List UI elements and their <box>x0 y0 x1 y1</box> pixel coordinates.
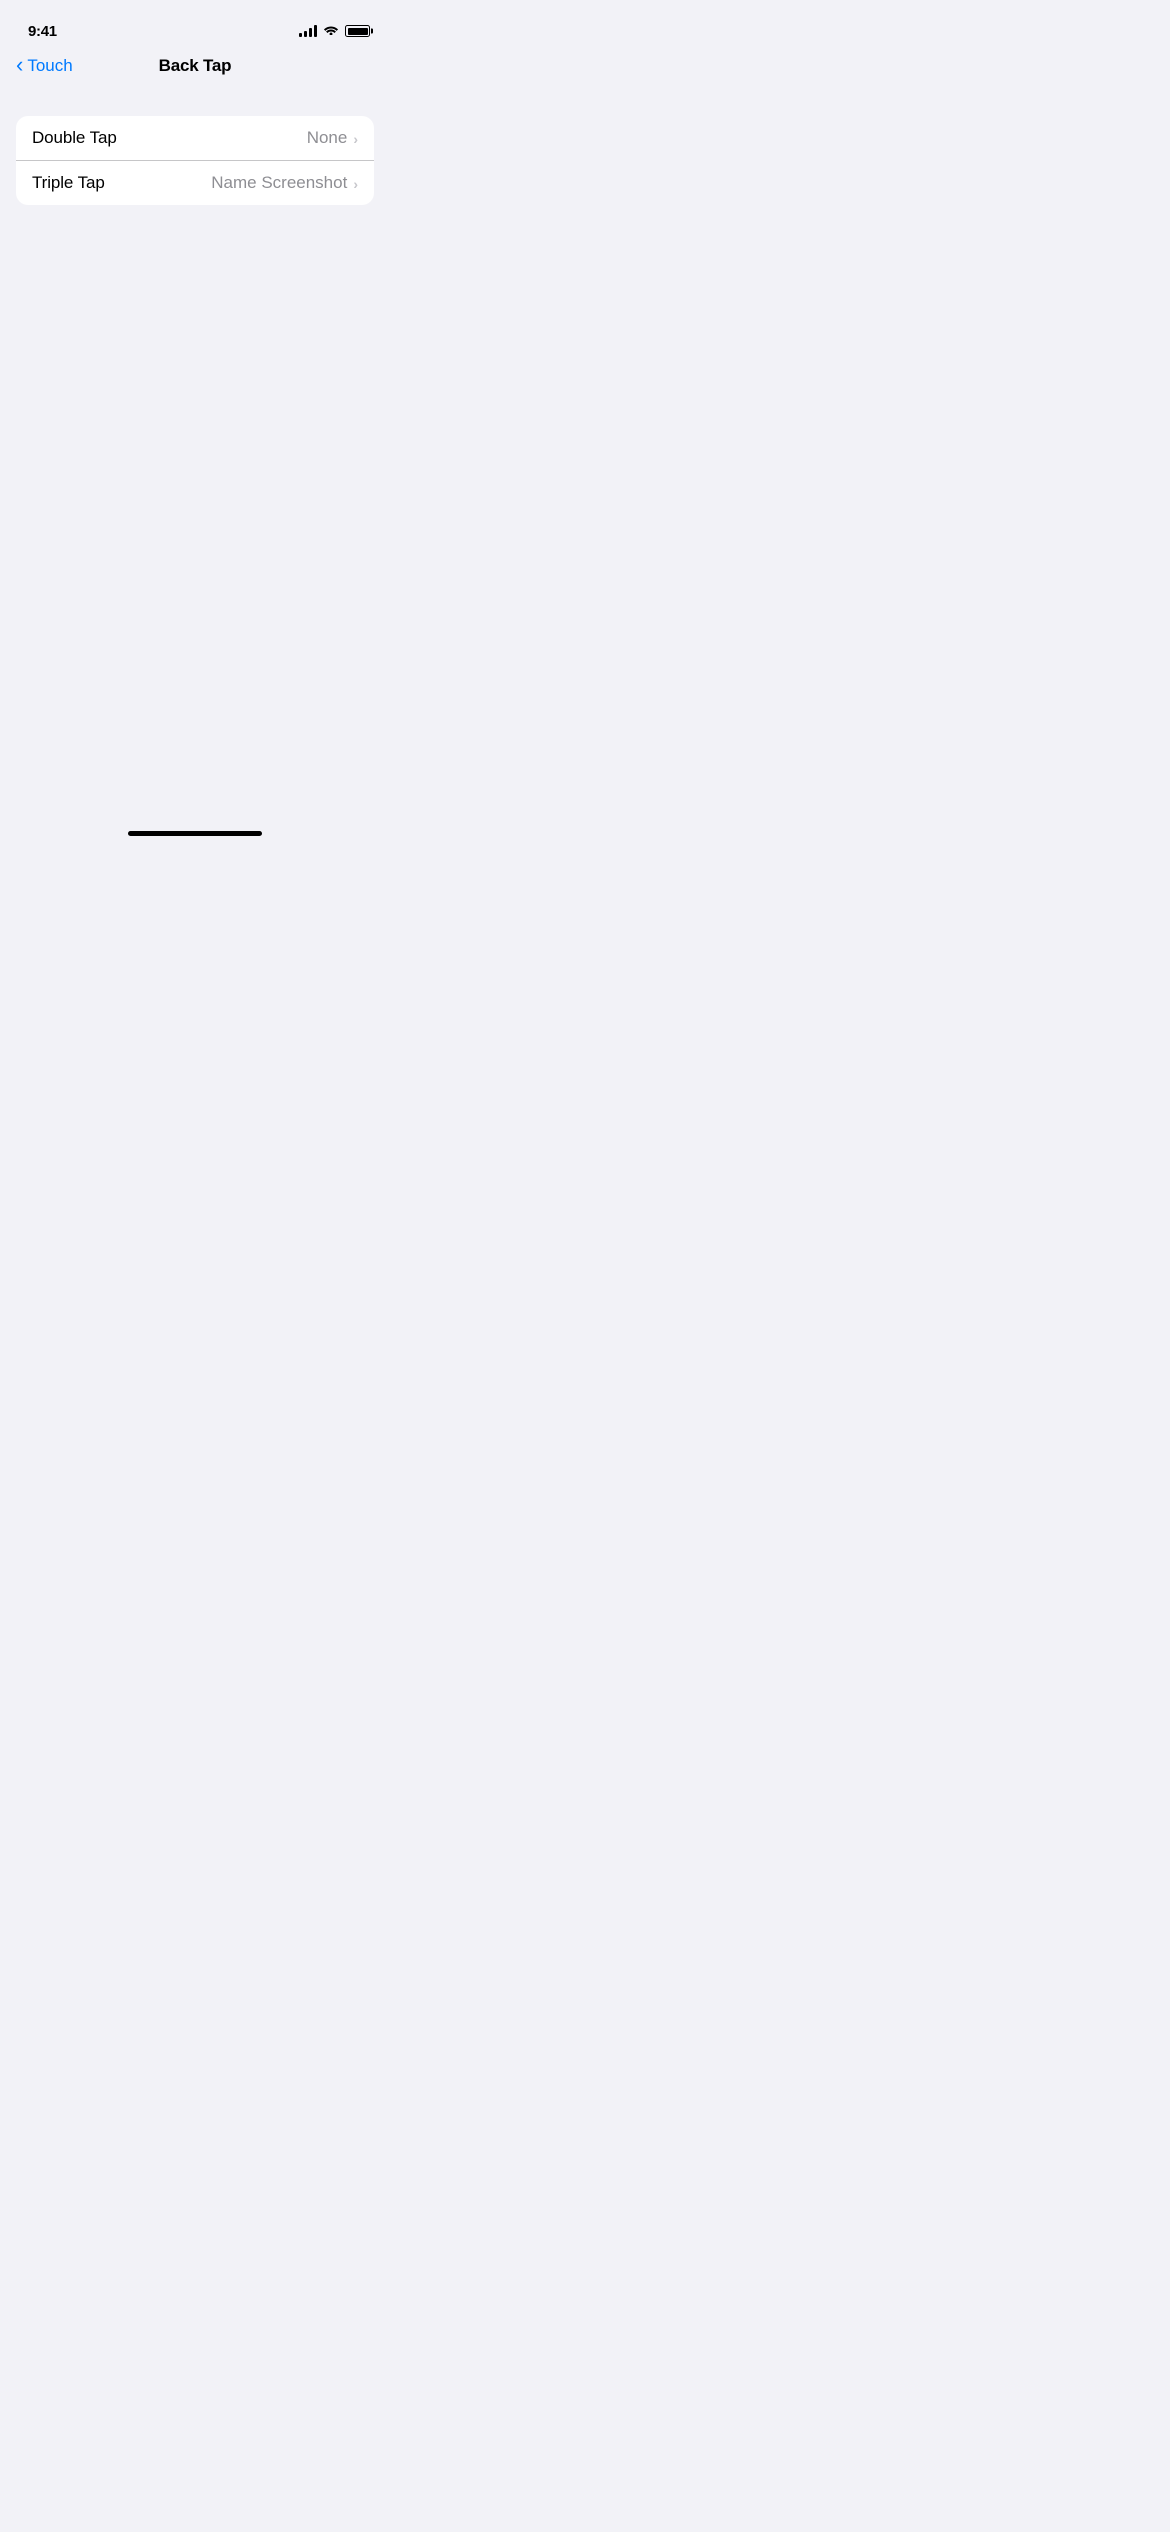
nav-title: Back Tap <box>159 56 232 76</box>
double-tap-value: None <box>307 128 348 148</box>
home-indicator <box>128 831 262 836</box>
signal-bar-3 <box>309 28 312 37</box>
double-tap-row[interactable]: Double Tap None › <box>16 116 374 161</box>
settings-group: Double Tap None › Triple Tap Name Screen… <box>16 116 374 205</box>
double-tap-chevron-icon: › <box>353 131 358 147</box>
nav-bar: ‹ Touch Back Tap <box>0 48 390 88</box>
back-button[interactable]: ‹ Touch <box>16 56 73 76</box>
triple-tap-chevron-icon: › <box>353 176 358 192</box>
wifi-icon <box>323 22 339 40</box>
triple-tap-row[interactable]: Triple Tap Name Screenshot › <box>16 161 374 205</box>
back-chevron-icon: ‹ <box>16 54 23 76</box>
content-area: Double Tap None › Triple Tap Name Screen… <box>0 88 390 205</box>
signal-bars-icon <box>299 25 317 37</box>
battery-icon <box>345 25 370 37</box>
battery-fill <box>348 28 368 35</box>
double-tap-right: None › <box>307 128 358 148</box>
triple-tap-label: Triple Tap <box>32 173 105 193</box>
status-time: 9:41 <box>28 23 57 40</box>
triple-tap-right: Name Screenshot › <box>211 173 358 193</box>
signal-bar-2 <box>304 31 307 37</box>
double-tap-label: Double Tap <box>32 128 117 148</box>
triple-tap-value: Name Screenshot <box>211 173 347 193</box>
back-label: Touch <box>27 56 72 76</box>
status-bar: 9:41 <box>0 0 390 48</box>
status-icons <box>299 22 370 40</box>
signal-bar-1 <box>299 33 302 37</box>
signal-bar-4 <box>314 25 317 37</box>
